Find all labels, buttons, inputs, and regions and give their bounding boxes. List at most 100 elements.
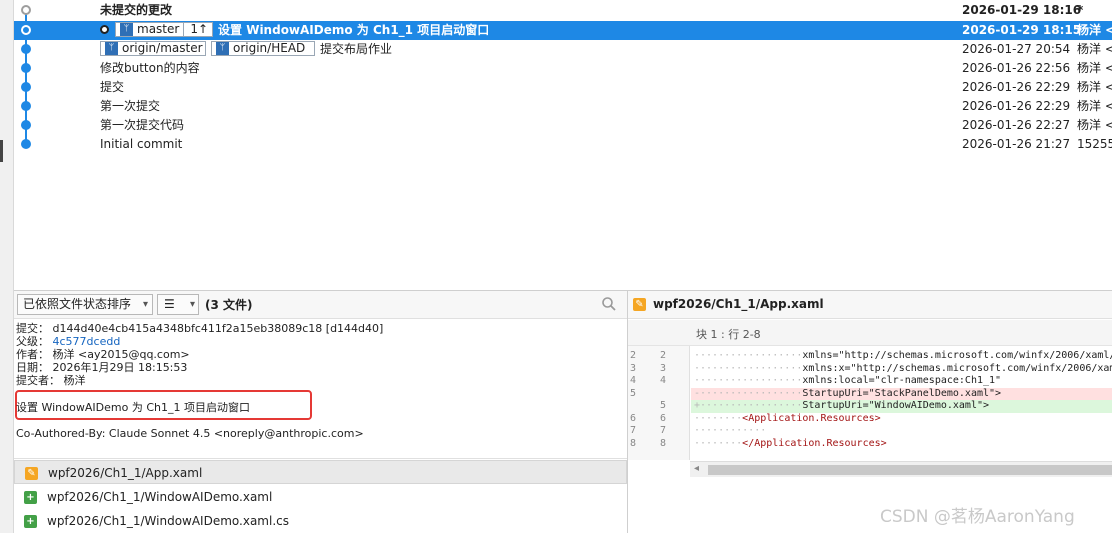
diff-line: 3 3 ··················xmlns:x="http://sche… [628,363,1112,376]
diff-line: 8 8 ········</Application.Resources> [628,438,1112,451]
detail-label: 提交者： [16,374,60,387]
commit-row[interactable]: Initial commit 2026-01-26 21:27 15255 [14,135,1112,154]
detail-label: 父级： [16,335,49,348]
commit-author: 杨洋 < [1077,23,1112,37]
commit-message: 提交 [100,80,125,94]
commit-message: 设置 WindowAIDemo 为 Ch1_1 项目启动窗口 [218,23,490,37]
whitespace-markers: ············ [694,425,767,436]
graph-node [21,120,31,130]
commit-message-cell: ᛘ master 1↑ 设置 WindowAIDemo 为 Ch1_1 项目启动窗口 [100,21,489,40]
search-icon[interactable] [601,296,617,312]
added-file-icon: + [24,515,37,528]
commit-details: 提交： d144d40e4cb415a4348bfc411f2a15eb3808… [14,320,627,456]
commit-row-selected[interactable]: ᛘ master 1↑ 设置 WindowAIDemo 为 Ch1_1 项目启动窗口 … [14,21,1112,40]
commit-date: 2026-01-26 22:29 [962,80,1071,94]
changed-file-list: ✎ wpf2026/Ch1_1/App.xaml + wpf2026/Ch1_1… [14,458,627,533]
whitespace-markers: ········ [694,437,743,449]
new-line-number: 7 [660,425,667,436]
detail-date: 日期： 2026年1月29日 18:15:53 [16,361,187,374]
graph-node [21,44,31,54]
commit-date: 2026-01-27 20:54 [962,42,1071,56]
branch-name: origin/HEAD [233,41,306,55]
branch-icon: ᛘ [120,23,133,36]
date-value: 2026年1月29日 18:15:53 [52,361,188,374]
commit-author: 杨洋 < [1077,42,1112,56]
commit-message: 提交布局作业 [320,42,393,56]
commit-row[interactable]: 提交 2026-01-26 22:29 杨洋 < [14,78,1112,97]
commit-row-uncommitted[interactable]: 未提交的更改 2026-01-29 18:16 * [14,1,1112,20]
diff-header: ✎ wpf2026/Ch1_1/App.xaml [628,291,1112,319]
horizontal-scrollbar[interactable]: ◂ [690,461,1112,477]
diff-line: 5 +·················StartupUri="WindowAID… [628,400,1112,413]
head-indicator-icon [100,25,109,34]
commit-author: 杨洋 < [1077,99,1112,113]
code-content: xmlns="http://schemas.microsoft.com/winf… [802,350,1112,361]
file-row[interactable]: + wpf2026/Ch1_1/WindowAIDemo.xaml [14,485,627,509]
commit-date: 2026-01-29 18:15 [962,23,1082,37]
committer-value: 杨洋 [63,374,86,387]
code-content: xmlns:local="clr-namespace:Ch1_1" [802,375,1002,386]
code-text: ········</Application.Resources> [691,438,1112,451]
modified-file-icon: ✎ [25,467,38,480]
commit-message: Initial commit [100,137,183,151]
diff-code[interactable]: 2 2 ··················xmlns="http://schema… [628,346,1112,460]
left-edge-strip [0,0,14,533]
new-line-number: 4 [660,375,667,386]
commit-row[interactable]: 第一次提交代码 2026-01-26 22:27 杨洋 < [14,116,1112,135]
branch-tag-origin-head[interactable]: ᛘ origin/HEAD [211,41,315,56]
file-count: (3 文件) [205,298,253,312]
commit-subject: 设置 WindowAIDemo 为 Ch1_1 项目启动窗口 [16,401,250,414]
scroll-left-icon[interactable]: ◂ [694,463,699,474]
commit-author: 杨洋 < [1077,80,1112,94]
added-file-icon: + [24,491,37,504]
edge-marker [0,140,3,162]
whitespace-markers: +················· [694,400,803,411]
old-line-number: 7 [630,425,637,436]
file-row[interactable]: ✎ wpf2026/Ch1_1/App.xaml [14,460,627,484]
co-authored-line: Co-Authored-By: Claude Sonnet 4.5 <norep… [16,427,364,440]
parent-hash-link[interactable]: 4c577dcedd [53,335,121,348]
detail-label: 提交： [16,322,49,335]
detail-author: 作者： 杨洋 <ay2015@qq.com> [16,348,190,361]
commit-message-cell: ᛘ origin/master ᛘ origin/HEAD 提交布局作业 [100,40,392,59]
file-toolbar: 已依照文件状态排序 ▾ ☰ ▾ (3 文件) [14,291,627,319]
branch-tag-master[interactable]: ᛘ master 1↑ [115,22,214,37]
view-mode-select[interactable]: ☰ ▾ [157,294,199,315]
file-name: wpf2026/Ch1_1/WindowAIDemo.xaml.cs [47,514,289,528]
diff-line: 7 7 ············ [628,425,1112,438]
ahead-count: 1↑ [183,23,208,36]
code-content: xmlns:x="http://schemas.microsoft.com/wi… [802,362,1112,374]
scrollbar-thumb[interactable] [708,465,1112,475]
commit-author: * [1077,3,1084,17]
detail-parent: 父级： 4c577dcedd [16,335,120,348]
commit-date: 2026-01-26 22:27 [962,118,1071,132]
sort-mode-select[interactable]: 已依照文件状态排序 ▾ [17,294,153,315]
diff-line: 2 2 ··················xmlns="http://schema… [628,350,1112,363]
hunk-label: 块 1 : 行 2-8 [696,328,761,341]
commit-author: 杨洋 < [1077,118,1112,132]
modified-file-icon: ✎ [633,298,646,311]
commit-history[interactable]: 未提交的更改 2026-01-29 18:16 * ᛘ master 1↑ 设置 Wi… [14,0,1112,290]
branch-tag-origin-master[interactable]: ᛘ origin/master [100,41,206,56]
new-line-number: 8 [660,437,667,449]
old-line-number: 8 [630,437,637,449]
commit-row[interactable]: ᛘ origin/master ᛘ origin/HEAD 提交布局作业 2026-01… [14,40,1112,59]
file-row[interactable]: + wpf2026/Ch1_1/WindowAIDemo.xaml.cs [14,509,627,533]
commit-row[interactable]: 第一次提交 2026-01-26 22:29 杨洋 < [14,97,1112,116]
detail-label: 日期： [16,361,49,374]
old-line-number: 6 [630,412,637,424]
code-text: +·················StartupUri="WindowAIDe… [691,400,1112,413]
detail-label: 作者： [16,348,49,361]
old-line-number: 4 [630,375,637,386]
graph-node [21,101,31,111]
new-line-number: 5 [660,400,667,411]
diff-line: 6 6 ········<Application.Resources> [628,413,1112,426]
diff-line: 5 -·················StartupUri="StackPane… [628,387,1112,400]
commit-row[interactable]: 修改button的内容 2026-01-26 22:56 杨洋 < [14,59,1112,78]
code-content: StartupUri="WindowAIDemo.xaml"> [802,400,990,411]
new-line-number: 2 [660,350,667,361]
code-text: -·················StartupUri="StackPanel… [691,387,1112,400]
branch-name: master [137,22,180,36]
diff-line: 4 4 ··················xmlns:local="clr-nam… [628,375,1112,388]
list-view-icon: ☰ [164,297,175,311]
